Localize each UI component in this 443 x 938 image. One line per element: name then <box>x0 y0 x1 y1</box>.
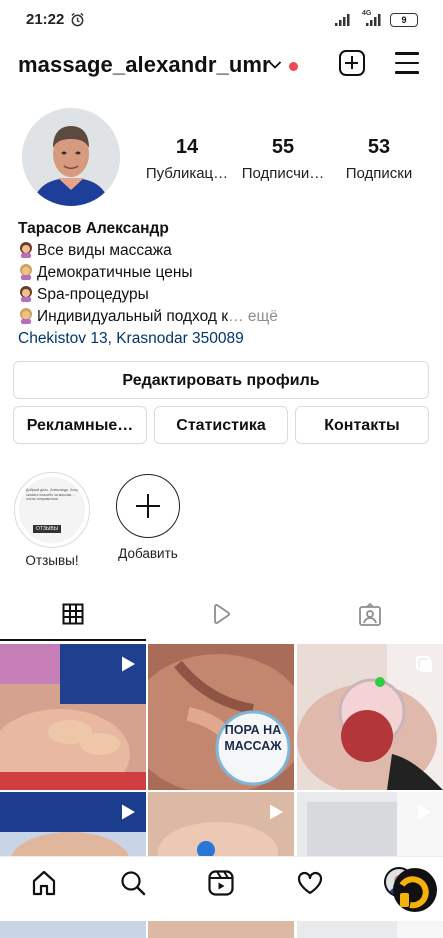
notification-dot <box>289 62 298 71</box>
tagged-icon <box>359 603 381 626</box>
reel-badge-icon <box>122 804 135 820</box>
multi-post-icon <box>416 656 432 672</box>
highlight-label: Отзывы! <box>25 553 79 568</box>
stat-followers[interactable]: 55 Подписчи… <box>233 136 333 182</box>
bio-line: Spa-процедуры <box>18 284 438 306</box>
post-overlay-text: ПОРА НА МАССАЖ <box>224 723 282 753</box>
status-time: 21:22 <box>26 11 65 28</box>
grid-icon <box>62 603 84 625</box>
heart-icon[interactable] <box>296 869 324 897</box>
stat-posts[interactable]: 14 Публикац… <box>137 136 237 182</box>
stat-following-value: 53 <box>367 136 391 158</box>
tab-grid[interactable] <box>0 600 147 640</box>
contacts-button[interactable]: Контакты <box>295 406 429 444</box>
grid-post-2[interactable]: ПОРА НА МАССАЖ <box>148 644 294 790</box>
profile-address-link[interactable]: Chekistov 13, Krasnodar 350089 <box>18 328 438 350</box>
stat-followers-label: Подписчи… <box>241 165 325 182</box>
menu-icon[interactable] <box>395 52 419 74</box>
woman-emoji-icon <box>20 308 32 324</box>
bottom-nav <box>0 856 443 921</box>
stat-followers-value: 55 <box>271 136 295 158</box>
reels-icon <box>214 604 231 624</box>
new-post-icon[interactable] <box>339 50 365 76</box>
highlight-cover-text: Добрый день, Александр. Хочу сказать спа… <box>26 488 78 502</box>
profile-username[interactable]: massage_alexandr_umr <box>18 52 271 78</box>
tab-reels[interactable] <box>148 600 295 640</box>
signal-icon <box>335 14 350 26</box>
tab-tagged[interactable] <box>296 600 443 640</box>
reel-badge-icon <box>122 656 135 672</box>
search-icon[interactable] <box>119 869 147 897</box>
post-image <box>148 644 294 790</box>
highlight-cover-tag: ОТЗЫВЫ <box>33 525 62 533</box>
stat-posts-value: 14 <box>175 136 199 158</box>
bio-line: Демократичные цены <box>18 262 438 284</box>
reels-nav-icon[interactable] <box>207 869 235 897</box>
highlight-cover: Добрый день, Александр. Хочу сказать спа… <box>19 477 85 543</box>
battery-icon: 9 <box>390 13 418 27</box>
stat-posts-label: Публикац… <box>145 165 229 182</box>
bio-line: Индивидуальный подход к… ещё <box>18 306 438 328</box>
avatar-photo <box>22 108 120 206</box>
stat-following[interactable]: 53 Подписки <box>329 136 429 182</box>
add-highlight-button[interactable] <box>116 474 180 538</box>
stat-following-label: Подписки <box>345 165 413 182</box>
woman-emoji-icon <box>20 242 32 258</box>
highlight-reviews[interactable]: Добрый день, Александр. Хочу сказать спа… <box>14 472 90 548</box>
reel-badge-icon <box>418 804 431 820</box>
profile-avatar[interactable] <box>22 108 120 206</box>
add-highlight-label: Добавить <box>118 546 178 561</box>
insights-button[interactable]: Статистика <box>154 406 288 444</box>
edit-profile-button[interactable]: Редактировать профиль <box>13 361 429 399</box>
profile-bio: Тарасов Александр Все виды массажа Демок… <box>18 218 438 350</box>
overlay-logo-icon <box>393 868 437 912</box>
signal-icon-2 <box>366 14 381 26</box>
woman-emoji-icon <box>20 264 32 280</box>
home-icon[interactable] <box>30 869 58 897</box>
chevron-down-icon[interactable] <box>268 60 282 70</box>
alarm-icon <box>71 12 84 27</box>
bio-more-link[interactable]: … ещё <box>228 308 278 325</box>
woman-emoji-icon <box>20 286 32 302</box>
bio-line: Все виды массажа <box>18 240 438 262</box>
profile-name: Тарасов Александр <box>18 220 169 237</box>
active-tab-indicator <box>0 639 146 641</box>
status-bar: 21:22 4G 9 <box>0 0 443 38</box>
reel-badge-icon <box>270 804 283 820</box>
ads-button[interactable]: Рекламные… <box>13 406 147 444</box>
